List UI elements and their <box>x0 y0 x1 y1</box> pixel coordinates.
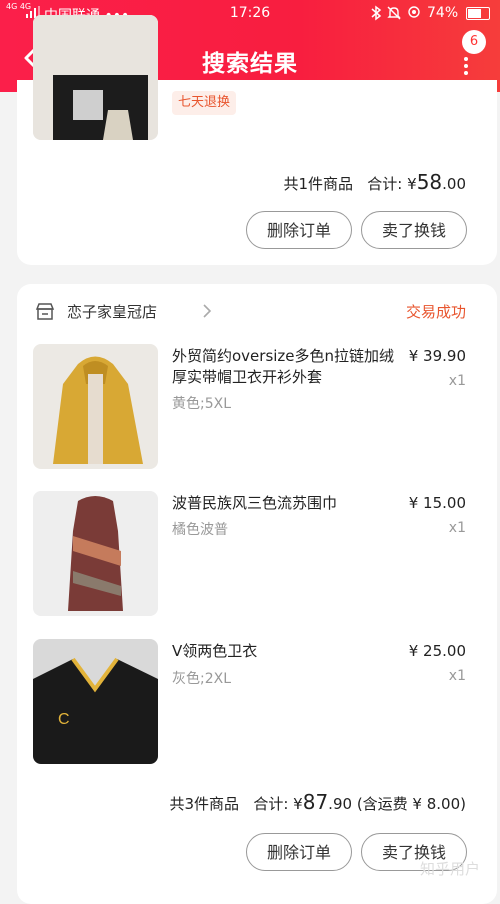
product-quantity: x1 <box>448 520 466 536</box>
total-integer: 87 <box>302 790 329 814</box>
more-dots-icon <box>464 57 470 78</box>
order-card: 恋子家皇冠店 交易成功 外贸简约oversize多色n拉链加绒厚实带帽卫衣开衫外… <box>17 284 497 904</box>
product-image <box>33 491 158 616</box>
order-status: 交易成功 <box>405 303 466 321</box>
product-price: ¥ 25.00 <box>408 642 466 660</box>
product-image: C <box>33 639 158 764</box>
product-photo <box>33 15 158 140</box>
order-summary: 共3件商品 合计: ¥87.90 (含运费 ¥ 8.00) <box>169 790 466 814</box>
return-policy-tag: 七天退换 <box>172 91 237 115</box>
product-photo <box>33 491 158 616</box>
sell-button[interactable]: 卖了换钱 <box>361 211 467 249</box>
product-price: ¥ 39.90 <box>408 347 466 365</box>
delete-order-button[interactable]: 删除订单 <box>246 211 352 249</box>
product-photo <box>33 344 158 469</box>
total-integer: 58 <box>416 170 443 194</box>
bluetooth-icon <box>371 5 382 21</box>
svg-text:C: C <box>58 711 70 728</box>
product-image[interactable] <box>33 15 158 140</box>
more-menu-button[interactable]: 6 <box>450 30 486 75</box>
shop-name: 恋子家皇冠店 <box>67 303 158 321</box>
mute-bell-icon <box>387 6 402 20</box>
product-quantity: x1 <box>448 668 466 684</box>
product-photo: C <box>33 639 158 764</box>
total-label: 合计: <box>367 175 403 193</box>
item-count: 共3件商品 <box>169 795 240 813</box>
battery-percent: 74% <box>427 5 459 21</box>
location-icon <box>408 6 420 18</box>
product-name: 外贸简约oversize多色n拉链加绒厚实带帽卫衣开衫外套 <box>172 347 395 386</box>
currency: ¥ <box>407 175 417 193</box>
message-count-badge: 6 <box>462 30 486 54</box>
order-summary: 共1件商品 合计: ¥58.00 <box>283 170 466 194</box>
product-price: ¥ 15.00 <box>408 494 466 512</box>
battery-icon <box>466 7 490 20</box>
product-name: 波普民族风三色流苏围巾 <box>172 494 338 512</box>
product-name: V领两色卫衣 <box>172 642 258 660</box>
total-label: 合计: <box>253 795 289 813</box>
item-count: 共1件商品 <box>283 175 353 193</box>
watermark: 知乎用户 <box>420 860 481 878</box>
delete-order-button[interactable]: 删除订单 <box>246 833 352 871</box>
product-image <box>33 344 158 469</box>
total-decimal: .90 <box>328 795 353 813</box>
order-card: 七天退换 共1件商品 合计: ¥58.00 删除订单 卖了换钱 <box>17 15 497 265</box>
shop-icon <box>35 303 55 320</box>
chevron-right-icon <box>203 304 212 318</box>
product-spec: 橘色波普 <box>172 522 228 538</box>
product-quantity: x1 <box>448 373 466 389</box>
product-spec: 黄色;5XL <box>172 396 232 412</box>
total-decimal: .00 <box>442 175 466 193</box>
status-icons <box>370 5 421 25</box>
currency: ¥ <box>293 795 303 813</box>
shipping-fee: (含运费 ¥ 8.00) <box>356 795 466 813</box>
product-spec: 灰色;2XL <box>172 671 232 687</box>
